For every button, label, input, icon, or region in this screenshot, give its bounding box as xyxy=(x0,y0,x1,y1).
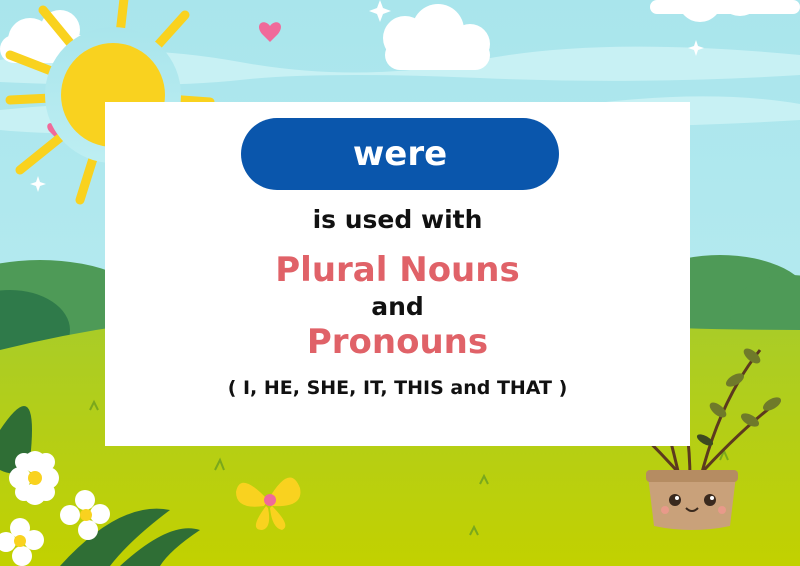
verb-text: were xyxy=(352,134,448,174)
pronoun-list-text: ( I, HE, SHE, IT, THIS and THAT ) xyxy=(227,377,568,399)
verb-badge: were xyxy=(241,118,559,190)
pronouns-text: Pronouns xyxy=(306,322,489,362)
used-with-text: is used with xyxy=(312,205,483,234)
plural-nouns-text: Plural Nouns xyxy=(275,250,520,290)
conjunction-text: and xyxy=(371,292,424,321)
